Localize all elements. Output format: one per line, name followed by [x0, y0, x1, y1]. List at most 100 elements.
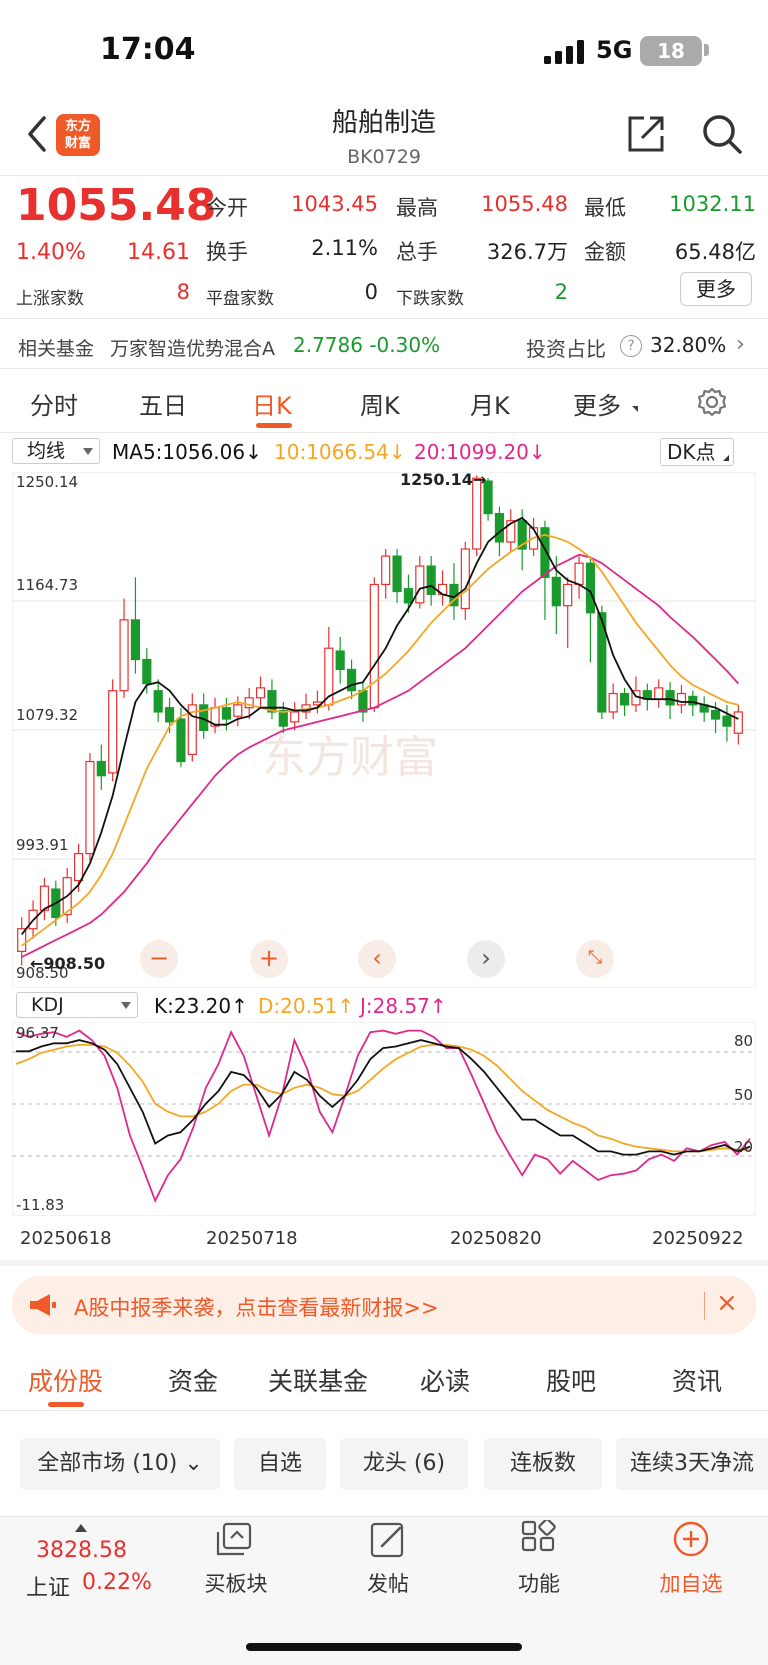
zoom-in-button[interactable]: + [250, 940, 288, 978]
date-tick: 20250718 [206, 1228, 298, 1249]
candle-body [346, 668, 357, 692]
invest-ratio-label: 投资占比 [526, 337, 606, 361]
divider [0, 1410, 768, 1411]
divider [0, 175, 768, 176]
candle-body [358, 690, 368, 713]
kdj-j-line [15, 1029, 751, 1203]
search-icon[interactable] [700, 112, 744, 156]
candle-body [164, 707, 175, 723]
indicator-select[interactable]: KDJ [16, 992, 138, 1018]
candle-body [73, 853, 84, 882]
dk-point-select[interactable]: DK点 [660, 438, 734, 466]
candlestick-chart[interactable]: 东方财富 [12, 472, 756, 988]
high-marker: 1250.14→ [400, 470, 487, 489]
filter-watchlist[interactable]: 自选 [234, 1438, 326, 1490]
kdj-level: 20 [734, 1138, 754, 1156]
nav-functions[interactable]: 功能 [484, 1518, 594, 1598]
kdj-chart[interactable] [12, 1022, 756, 1216]
tab-funds-flow[interactable]: 资金 [168, 1362, 218, 1398]
candle-body [108, 690, 118, 774]
tab-daily-k[interactable]: 日K [252, 386, 292, 421]
tab-forum[interactable]: 股吧 [546, 1362, 596, 1398]
candle-body [608, 692, 618, 713]
candle-body [96, 760, 106, 777]
tab-constituents[interactable]: 成份股 [28, 1362, 103, 1398]
filter-leaders[interactable]: 龙头 (6) [340, 1438, 468, 1490]
candle-body [176, 718, 186, 763]
candle-body [654, 687, 664, 700]
tab-monthly-k[interactable]: 月K [470, 386, 510, 421]
home-indicator [246, 1643, 522, 1651]
index-value[interactable]: 3828.58 [36, 1538, 127, 1563]
more-button[interactable]: 更多 [680, 272, 752, 306]
nav-buy-sector[interactable]: 买板块 [181, 1520, 291, 1598]
current-price: 1055.48 [16, 180, 217, 231]
scroll-left-button[interactable]: ‹ [358, 940, 396, 978]
tab-indicator [256, 423, 292, 428]
tab-weekly-k[interactable]: 周K [360, 386, 400, 421]
tab-intraday[interactable]: 分时 [30, 386, 78, 421]
kdj-level: 50 [734, 1086, 754, 1104]
kdj-d-label: D:20.51↑ [258, 994, 355, 1018]
candle-body [551, 576, 561, 607]
scroll-right-button[interactable]: › [467, 940, 505, 978]
candle-body [563, 583, 573, 607]
add-circle-icon [673, 1521, 709, 1557]
invest-ratio: 32.80% [650, 333, 727, 357]
divider [0, 318, 768, 319]
filter-limit-boards[interactable]: 连板数 [484, 1438, 602, 1490]
change-percent: 1.40% [16, 240, 86, 265]
tab-must-read[interactable]: 必读 [420, 1362, 470, 1398]
share-icon[interactable] [624, 112, 668, 156]
kdj-d-line [15, 1043, 750, 1153]
tab-indicator [48, 1402, 84, 1407]
fullscreen-icon[interactable]: ⤡ [576, 940, 614, 978]
related-fund-label: 相关基金 [18, 338, 95, 360]
price-tick: 1164.73 [16, 576, 79, 594]
nav-add-watchlist[interactable]: 加自选 [636, 1520, 746, 1598]
zoom-out-button[interactable]: − [140, 940, 178, 978]
candle-body [460, 548, 470, 610]
gear-icon[interactable] [696, 386, 728, 418]
tab-news[interactable]: 资讯 [672, 1362, 722, 1398]
fund-name[interactable]: 万家智造优势混合A [110, 334, 275, 361]
nav-post[interactable]: 发帖 [333, 1520, 443, 1598]
candle-body [233, 704, 243, 717]
ma-select[interactable]: 均线 [12, 438, 100, 464]
kdj-k-label: K:23.20↑ [154, 994, 248, 1018]
high-value: 1055.48 [481, 192, 568, 216]
filter-all-market[interactable]: 全部市场 (10) ⌄ [20, 1438, 220, 1490]
kdj-j-label: J:28.57↑ [360, 994, 447, 1018]
network-type: 5G [596, 36, 633, 64]
kdj-tick: 96.37 [16, 1024, 59, 1042]
tab-five-day[interactable]: 五日 [139, 386, 187, 421]
candle-body [290, 711, 300, 723]
status-time: 17:04 [100, 32, 196, 67]
help-icon[interactable]: ? [620, 335, 642, 357]
candle-body [221, 707, 232, 720]
candle-body [255, 687, 266, 699]
candle-body [369, 583, 379, 709]
date-tick: 20250618 [20, 1228, 112, 1249]
index-change[interactable]: 0.22% [82, 1570, 152, 1595]
turnover-value: 2.11% [311, 236, 378, 260]
tab-related-funds[interactable]: 关联基金 [268, 1362, 368, 1398]
banner-text[interactable]: A股中报季来袭，点击查看最新财报>> [74, 1292, 439, 1322]
date-tick: 20250820 [450, 1228, 542, 1249]
index-name[interactable]: 上证 [26, 1570, 70, 1602]
close-icon[interactable]: × [716, 1288, 738, 1318]
price-tick: 1079.32 [16, 706, 79, 724]
ma5-label: MA5:1056.06↓ [112, 440, 262, 464]
up-count: 8 [176, 280, 190, 304]
battery-nub [704, 44, 709, 56]
amount-value: 65.48亿 [674, 240, 756, 264]
volume-value: 326.7万 [486, 240, 568, 264]
filter-net-inflow[interactable]: 连续3天净流 [616, 1438, 768, 1490]
flat-count-label: 平盘家数 [206, 289, 274, 309]
chevron-right-icon[interactable]: › [736, 332, 745, 357]
candle-body [415, 565, 425, 604]
candle-body [733, 711, 743, 734]
expand-caret-icon[interactable] [75, 1524, 87, 1532]
candle-body [619, 692, 630, 706]
tab-more[interactable]: 更多 [573, 386, 621, 421]
